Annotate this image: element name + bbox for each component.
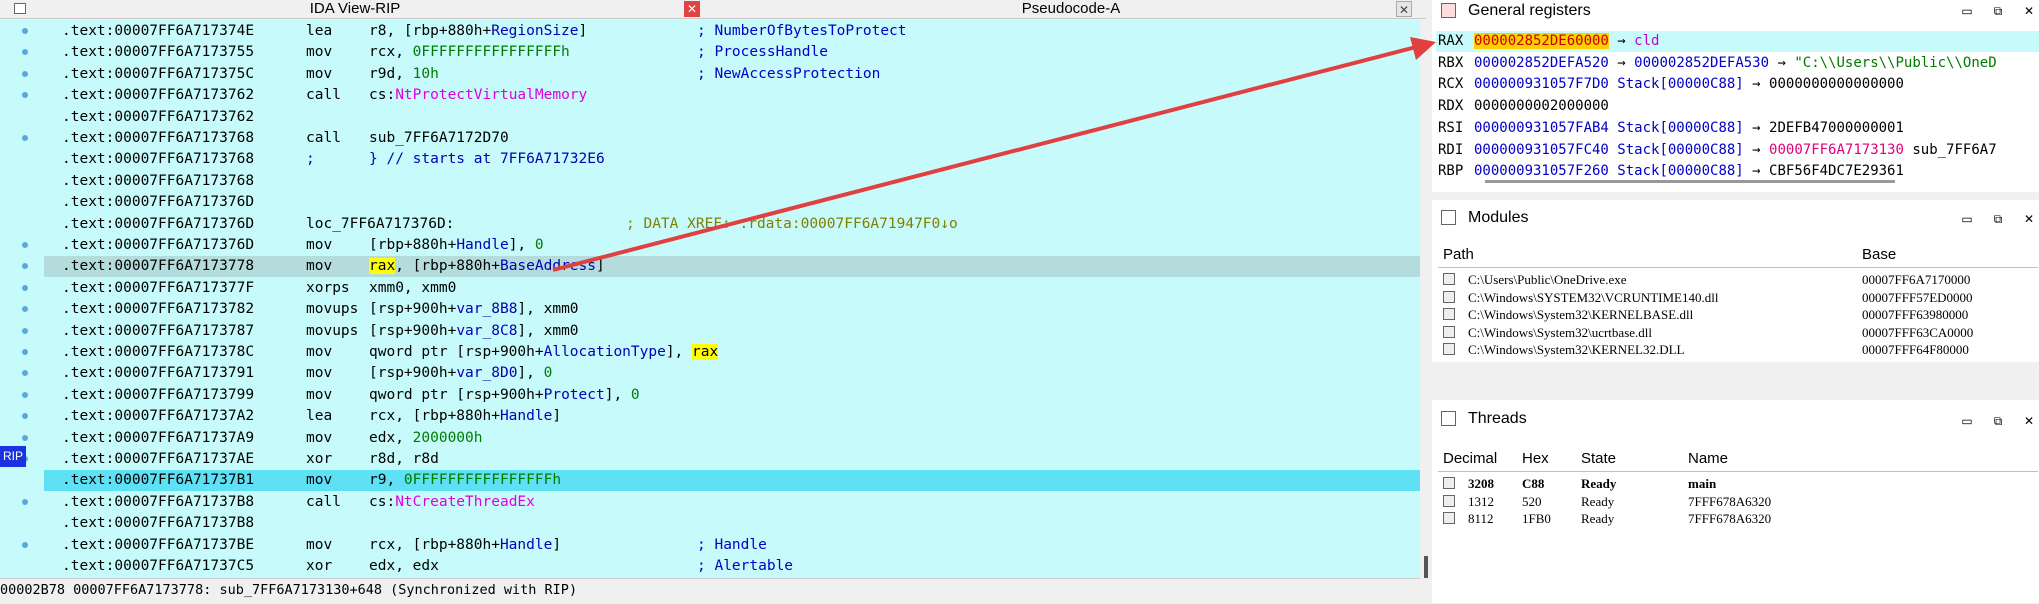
arrow-shaft <box>552 44 1421 272</box>
annotation-arrow <box>552 37 1436 272</box>
arrow-head <box>1410 37 1436 60</box>
